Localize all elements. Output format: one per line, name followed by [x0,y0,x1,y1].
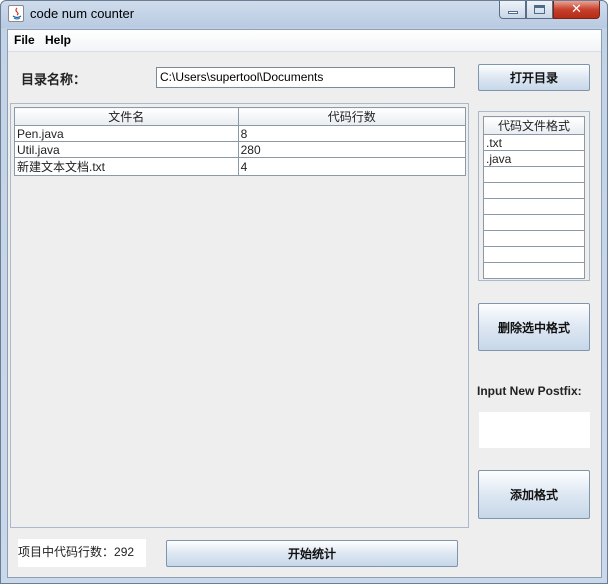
maximize-icon [534,5,545,14]
list-item[interactable] [483,246,585,263]
app-window: code num counter ✕ File Help 目录名称： C:\Us… [0,0,608,584]
column-header-line-count[interactable]: 代码行数 [237,107,467,126]
title-bar[interactable]: code num counter ✕ [1,1,607,27]
line-count-summary: 项目中代码行数：292 [18,539,146,567]
list-item[interactable] [483,230,585,247]
column-header-filename[interactable]: 文件名 [14,107,239,126]
directory-label: 目录名称： [21,72,87,87]
start-count-button[interactable]: 开始统计 [166,540,458,567]
menu-help[interactable]: Help [42,33,74,47]
cell-filename[interactable]: Pen.java [14,125,239,142]
list-item[interactable] [483,214,585,231]
count-value: 292 [114,545,135,559]
table-row[interactable]: 新建文本文档.txt 4 [14,157,467,176]
list-item[interactable]: .java [483,150,585,167]
delete-format-button[interactable]: 删除选中格式 [478,303,590,351]
window-title: code num counter [30,6,135,21]
table-row[interactable]: Util.java 280 [14,141,467,158]
minimize-icon [507,11,518,14]
close-button[interactable]: ✕ [553,1,600,19]
close-icon: ✕ [571,2,582,17]
list-item[interactable] [483,166,585,183]
postfix-input[interactable] [478,411,591,449]
list-item[interactable]: .txt [483,134,585,151]
open-directory-button[interactable]: 打开目录 [478,64,590,91]
list-item[interactable] [483,182,585,199]
files-table: 文件名 代码行数 Pen.java 8 Util.java 280 新建文本文档… [14,107,467,176]
menu-file[interactable]: File [11,33,38,47]
cell-filename[interactable]: Util.java [14,141,239,158]
add-format-button[interactable]: 添加格式 [478,470,590,519]
minimize-button[interactable] [499,1,526,19]
menu-bar: File Help [8,30,601,52]
formats-list: 代码文件格式 .txt .java [483,116,585,279]
count-label: 项目中代码行数： [18,545,115,559]
formats-header[interactable]: 代码文件格式 [483,116,585,135]
maximize-button[interactable] [526,1,553,19]
table-row[interactable]: Pen.java 8 [14,125,467,142]
client-area: File Help 目录名称： C:\Users\supertool\Docum… [7,29,602,578]
cell-line-count[interactable]: 8 [237,125,467,142]
cell-line-count[interactable]: 4 [237,157,467,176]
list-item[interactable] [483,198,585,215]
files-table-scrollpane[interactable]: 文件名 代码行数 Pen.java 8 Util.java 280 新建文本文档… [10,103,469,528]
directory-path-field[interactable]: C:\Users\supertool\Documents [156,67,455,88]
cell-line-count[interactable]: 280 [237,141,467,158]
cell-filename[interactable]: 新建文本文档.txt [14,157,239,176]
postfix-label: Input New Postfix: [477,384,582,398]
formats-scrollpane[interactable]: 代码文件格式 .txt .java [478,111,590,281]
java-cup-icon [8,5,24,22]
list-item[interactable] [483,262,585,279]
